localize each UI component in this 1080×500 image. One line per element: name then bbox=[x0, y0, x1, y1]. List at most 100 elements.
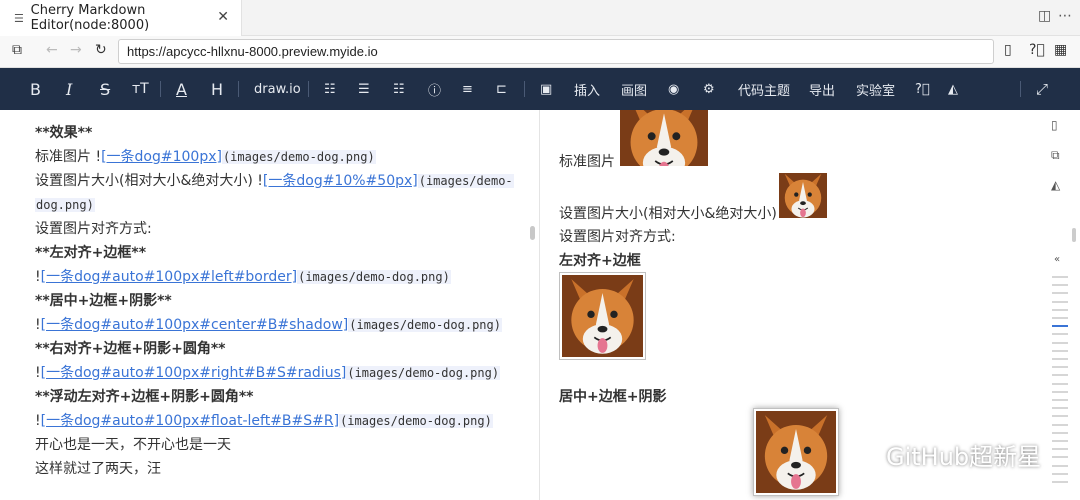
toc-line[interactable] bbox=[1052, 390, 1068, 393]
devices-icon[interactable]: ▯ bbox=[1004, 42, 1012, 58]
editor-line[interactable]: **右对齐+边框+阴影+圆角** bbox=[35, 337, 225, 361]
forward-icon[interactable]: → bbox=[70, 42, 82, 58]
editor-scrollbar[interactable] bbox=[530, 226, 535, 240]
preview-align-label: 设置图片对齐方式: bbox=[559, 229, 676, 245]
toc-line[interactable] bbox=[1052, 366, 1068, 369]
toc-line[interactable] bbox=[1052, 284, 1068, 287]
editor-line[interactable]: ![一条dog#auto#100px#right#B#S#radius](ima… bbox=[35, 361, 501, 385]
editor-line[interactable]: 这样就过了两天，汪 bbox=[35, 457, 161, 481]
qr-code-icon[interactable]: ▦ bbox=[1054, 42, 1067, 58]
editor-line[interactable]: **居中+边框+阴影** bbox=[35, 289, 172, 313]
duplicate-icon[interactable]: ⧉ bbox=[1051, 148, 1060, 163]
editor-toolbar: B I S тT A H draw.io ☷ ☰ ☷ ⓘ ≡ ⊏ ▣ 插入 画图… bbox=[0, 68, 1080, 110]
tab-cherry-editor[interactable]: ☰ Cherry Markdown Editor(node:8000) ✕ bbox=[0, 0, 242, 36]
editor-line[interactable]: 设置图片对齐方式: bbox=[35, 217, 152, 241]
editor-line[interactable]: 设置图片大小(相对大小&绝对大小) ![一条dog#10%#50px](imag… bbox=[35, 169, 514, 193]
strikethrough-button[interactable]: S bbox=[100, 68, 110, 110]
toc-line[interactable] bbox=[1052, 358, 1068, 360]
open-external-icon[interactable]: ⧉ bbox=[12, 42, 22, 58]
toolbar-separator bbox=[524, 81, 525, 97]
dog-image-small bbox=[779, 173, 827, 218]
back-icon[interactable]: ← bbox=[46, 42, 58, 58]
dog-image-center-shadow bbox=[753, 408, 839, 496]
help-circle-icon[interactable]: ?⃝ bbox=[915, 68, 930, 110]
toc-line[interactable] bbox=[1052, 374, 1068, 377]
toolbar-separator bbox=[238, 81, 239, 97]
more-actions-icon[interactable]: ⋯ bbox=[1058, 8, 1072, 24]
font-size-button[interactable]: тT bbox=[132, 68, 149, 110]
address-bar: ⧉ ← → ↻ https://apcycc-hllxnu-8000.previ… bbox=[0, 36, 1080, 68]
toc-line[interactable] bbox=[1052, 333, 1068, 336]
toc-line[interactable] bbox=[1052, 382, 1068, 385]
toc-line[interactable] bbox=[1052, 317, 1068, 319]
reload-icon[interactable]: ↻ bbox=[95, 42, 107, 58]
table-icon[interactable]: ▣ bbox=[540, 68, 552, 110]
toc-line[interactable] bbox=[1052, 325, 1068, 328]
preview-size-label: 设置图片大小(相对大小&绝对大小) bbox=[559, 206, 777, 222]
editor-line[interactable]: 开心也是一天，不开心也是一天 bbox=[35, 433, 231, 457]
editor-line[interactable]: **左对齐+边框** bbox=[35, 241, 146, 265]
toc-line[interactable] bbox=[1052, 456, 1068, 459]
insert-menu[interactable]: 插入 bbox=[574, 68, 600, 110]
editor-line[interactable]: ![一条dog#auto#100px#left#border](images/d… bbox=[35, 265, 451, 289]
dog-image-standard bbox=[620, 110, 708, 166]
copy-icon[interactable]: ▯ bbox=[1051, 118, 1058, 132]
preview-left-border-heading: 左对齐+边框 bbox=[559, 253, 641, 269]
settings-gear-icon[interactable]: ⚙ bbox=[703, 68, 715, 110]
italic-button[interactable]: I bbox=[66, 68, 72, 110]
toc-line[interactable] bbox=[1052, 481, 1068, 483]
toc-line[interactable] bbox=[1052, 407, 1068, 410]
preview-eye-icon[interactable]: ◉ bbox=[668, 68, 679, 110]
editor-line[interactable]: **浮动左对齐+边框+阴影+圆角** bbox=[35, 385, 253, 409]
header-button[interactable]: H bbox=[211, 68, 223, 110]
toc-line[interactable] bbox=[1052, 448, 1068, 451]
lab-menu[interactable]: 实验室 bbox=[856, 68, 895, 110]
tab-title: Cherry Markdown Editor(node:8000) bbox=[30, 3, 150, 33]
ordered-list-icon[interactable]: ☷ bbox=[324, 68, 336, 110]
help-icon[interactable]: ?⃝ bbox=[1029, 42, 1045, 58]
checklist-icon[interactable]: ☷ bbox=[393, 68, 405, 110]
toc-line[interactable] bbox=[1052, 300, 1068, 303]
toc-line[interactable] bbox=[1052, 308, 1068, 311]
toc-line[interactable] bbox=[1052, 292, 1068, 295]
editor-line[interactable]: ![一条dog#auto#100px#float-left#B#S#R](ima… bbox=[35, 409, 493, 433]
export-menu[interactable]: 导出 bbox=[809, 68, 835, 110]
watermark: GitHub超新星 bbox=[848, 437, 1041, 472]
toc-line[interactable] bbox=[1052, 431, 1068, 434]
markdown-editor[interactable]: **效果** 标准图片 ![一条dog#100px](images/demo-d… bbox=[0, 110, 540, 500]
url-input[interactable]: https://apcycc-hllxnu-8000.preview.myide… bbox=[118, 39, 994, 64]
align-icon[interactable]: ≡ bbox=[462, 68, 473, 110]
tab-bar: ☰ Cherry Markdown Editor(node:8000) ✕ ◫ … bbox=[0, 0, 1080, 36]
toc-line[interactable] bbox=[1052, 472, 1068, 475]
toc-line[interactable] bbox=[1052, 276, 1068, 278]
wechat-logo-icon bbox=[849, 443, 879, 466]
flowchart-icon[interactable]: ⊏ bbox=[496, 68, 507, 110]
toc-toggle-icon[interactable]: ◭ bbox=[948, 68, 958, 110]
bold-button[interactable]: B bbox=[30, 68, 41, 110]
toc-icon[interactable]: ◭ bbox=[1051, 178, 1060, 192]
editor-line[interactable]: ![一条dog#auto#100px#center#B#shadow](imag… bbox=[35, 313, 502, 337]
editor-line[interactable]: **效果** bbox=[35, 121, 92, 145]
toc-line[interactable] bbox=[1052, 464, 1068, 467]
toc-line[interactable] bbox=[1052, 341, 1068, 344]
font-color-button[interactable]: A bbox=[176, 68, 187, 110]
fullscreen-icon[interactable]: ⤢ bbox=[1036, 68, 1048, 110]
preview-scrollbar[interactable] bbox=[1072, 228, 1076, 242]
split-editor-icon[interactable]: ◫ bbox=[1038, 8, 1051, 24]
info-icon[interactable]: ⓘ bbox=[428, 68, 441, 110]
toc-line[interactable] bbox=[1052, 399, 1068, 401]
close-tab-icon[interactable]: ✕ bbox=[217, 9, 229, 25]
toc-line[interactable] bbox=[1052, 415, 1068, 418]
draw-menu[interactable]: 画图 bbox=[621, 68, 647, 110]
toc-line[interactable] bbox=[1052, 440, 1068, 442]
unordered-list-icon[interactable]: ☰ bbox=[358, 68, 370, 110]
watermark-text: GitHub超新星 bbox=[886, 443, 1042, 471]
editor-line[interactable]: 标准图片 ![一条dog#100px](images/demo-dog.png) bbox=[35, 145, 376, 169]
editor-line[interactable]: dog.png) bbox=[35, 193, 95, 217]
collapse-toc-icon[interactable]: « bbox=[1054, 254, 1060, 265]
code-theme-menu[interactable]: 代码主题 bbox=[738, 68, 790, 110]
toolbar-separator bbox=[1020, 81, 1021, 97]
drawio-button[interactable]: draw.io bbox=[254, 68, 301, 110]
toc-line[interactable] bbox=[1052, 349, 1068, 352]
toc-line[interactable] bbox=[1052, 423, 1068, 426]
